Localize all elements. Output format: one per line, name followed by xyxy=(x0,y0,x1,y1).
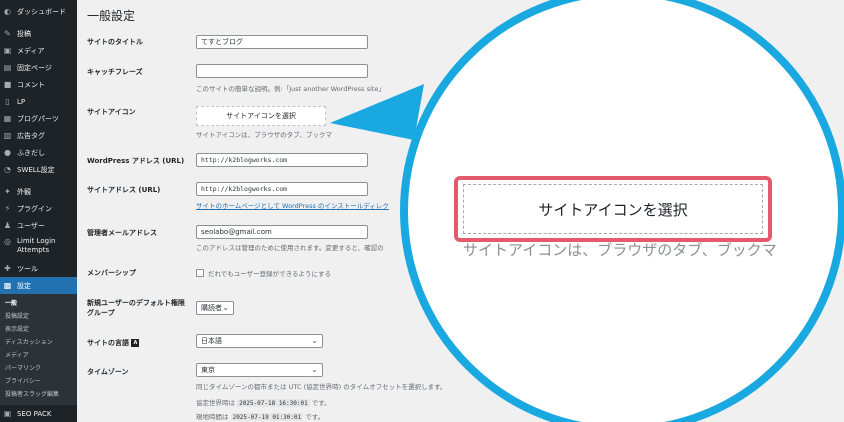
sidebar-item-ad-tag[interactable]: ▥ 広告タグ xyxy=(0,127,77,144)
highlight-frame xyxy=(454,176,772,242)
tool-icon: ✚ xyxy=(4,264,11,273)
language-icon: A xyxy=(131,339,140,347)
timezone-select[interactable]: 東京 ⌄ xyxy=(196,363,323,377)
submenu-general[interactable]: 一般 xyxy=(0,297,77,310)
sidebar-item-seo-pack[interactable]: ▣ SEO PACK xyxy=(0,405,77,422)
submenu-permalinks[interactable]: パーマリンク xyxy=(0,362,77,375)
balloon-icon: ● xyxy=(4,148,11,157)
sidebar-item-appearance[interactable]: ✦ 外観 xyxy=(0,183,77,200)
membership-checkbox-label[interactable]: だれでもユーザー登録ができるようにする xyxy=(208,268,331,278)
swell-icon: ◔ xyxy=(4,165,11,174)
membership-label: メンバーシップ xyxy=(87,269,136,277)
tagline-label: キャッチフレーズ xyxy=(87,68,143,76)
settings-icon: ▩ xyxy=(3,281,12,290)
site-language-label: サイトの言語 A xyxy=(87,338,140,348)
wp-address-label: WordPress アドレス (URL) xyxy=(87,157,185,165)
lp-icon: ▯ xyxy=(5,97,10,106)
pin-icon: ✎ xyxy=(4,29,11,38)
site-title-label: サイトのタイトル xyxy=(87,38,143,46)
utc-time: 協定世界時は 2025-07-18 16:30:01 です。 xyxy=(196,399,331,407)
ad-tag-icon: ▥ xyxy=(3,131,12,140)
user-icon: ♟ xyxy=(3,221,12,230)
timezone-description: 同じタイムゾーンの都市または UTC (協定世界時) のタイムオフセットを選択し… xyxy=(196,383,447,391)
limit-login-icon: ◎ xyxy=(4,237,11,246)
sidebar-item-limit-login[interactable]: ◎ Limit Login Attempts xyxy=(0,234,77,260)
admin-email-description: このアドレスは管理のために使用されます。変更すると、確認の xyxy=(196,244,384,252)
admin-sidebar: ◐ ダッシュボード ✎ 投稿 ▣ メディア ▤ 固定ページ ■ コメント ▯ LP ▦ ブログ… xyxy=(0,0,77,422)
site-language-select[interactable]: 日本語 ⌄ xyxy=(196,334,323,348)
page-icon: ▤ xyxy=(3,63,12,72)
admin-email-input[interactable]: seolabo@gmail.com xyxy=(196,225,368,239)
site-address-label: サイトアドレス (URL) xyxy=(87,186,161,194)
submenu-reading[interactable]: 表示設定 xyxy=(0,323,77,336)
select-site-icon-button[interactable]: サイトアイコンを選択 xyxy=(196,106,326,126)
wp-address-input[interactable]: http://k2blogworks.com xyxy=(196,153,368,167)
seo-pack-icon: ▣ xyxy=(3,409,12,418)
site-address-description: サイトのホームページとして WordPress のインストールディレク xyxy=(196,200,401,210)
site-icon-description: サイトアイコンは、ブラウザのタブ、ブックマ xyxy=(196,131,332,139)
zoom-callout: サイトアイコンを選択 サイトアイコンは、ブラウザのタブ、ブックマ xyxy=(400,0,844,422)
plugin-icon: ⚡ xyxy=(4,204,11,213)
sidebar-item-blog-parts[interactable]: ▦ ブログパーツ xyxy=(0,110,77,127)
submenu-author-slug[interactable]: 投稿者スラッグ編集 xyxy=(0,388,77,401)
page-title: 一般設定 xyxy=(87,9,136,23)
tagline-description: このサイトの簡単な説明。例:「Just another WordPress si… xyxy=(196,85,385,93)
timezone-label: タイムゾーン xyxy=(87,368,129,376)
sidebar-item-users[interactable]: ♟ ユーザー xyxy=(0,217,77,234)
sidebar-item-tools[interactable]: ✚ ツール xyxy=(0,260,77,277)
sidebar-item-dashboard[interactable]: ◐ ダッシュボード xyxy=(0,3,77,20)
submenu-privacy[interactable]: プライバシー xyxy=(0,375,77,388)
submenu-media[interactable]: メディア xyxy=(0,349,77,362)
sidebar-item-media[interactable]: ▣ メディア xyxy=(0,42,77,59)
zoom-site-icon-description: サイトアイコンは、ブラウザのタブ、ブックマ xyxy=(463,241,777,259)
local-time: 現地時間は 2025-07-19 01:30:01 です。 xyxy=(196,413,325,421)
submenu-writing[interactable]: 投稿設定 xyxy=(0,310,77,323)
sidebar-item-comments[interactable]: ■ コメント xyxy=(0,76,77,93)
sidebar-item-swell[interactable]: ◔ SWELL設定 xyxy=(0,161,77,178)
tagline-input[interactable] xyxy=(196,64,368,78)
sidebar-item-plugins[interactable]: ⚡ プラグイン xyxy=(0,200,77,217)
blog-parts-icon: ▦ xyxy=(3,114,12,123)
site-address-input[interactable]: http://k2blogworks.com xyxy=(196,182,368,196)
sidebar-item-lp[interactable]: ▯ LP xyxy=(0,93,77,110)
site-title-input[interactable]: てすとブログ xyxy=(196,35,368,49)
sidebar-item-settings[interactable]: ▩ 設定 xyxy=(0,277,77,294)
membership-checkbox[interactable] xyxy=(196,269,204,277)
dashboard-icon: ◐ xyxy=(4,7,11,16)
admin-email-label: 管理者メールアドレス xyxy=(87,229,157,237)
media-icon: ▣ xyxy=(3,46,12,55)
default-role-select[interactable]: 購読者 ⌄ xyxy=(196,301,234,315)
site-address-help-link[interactable]: サイトのホームページとして WordPress のインストールディレク xyxy=(196,202,389,210)
sidebar-item-balloon[interactable]: ● ふきだし xyxy=(0,144,77,161)
sidebar-item-pages[interactable]: ▤ 固定ページ xyxy=(0,59,77,76)
chevron-down-icon: ⌄ xyxy=(222,303,229,312)
settings-submenu: 一般 投稿設定 表示設定 ディスカッション メディア パーマリンク プライバシー… xyxy=(0,294,77,405)
appearance-icon: ✦ xyxy=(4,187,11,196)
submenu-discussion[interactable]: ディスカッション xyxy=(0,336,77,349)
chevron-down-icon: ⌄ xyxy=(311,365,318,374)
comment-icon: ■ xyxy=(3,80,12,89)
sidebar-item-posts[interactable]: ✎ 投稿 xyxy=(0,25,77,42)
chevron-down-icon: ⌄ xyxy=(311,336,318,345)
default-role-label: 新規ユーザーのデフォルト権限 グループ xyxy=(87,299,185,317)
site-icon-label: サイトアイコン xyxy=(87,108,136,116)
